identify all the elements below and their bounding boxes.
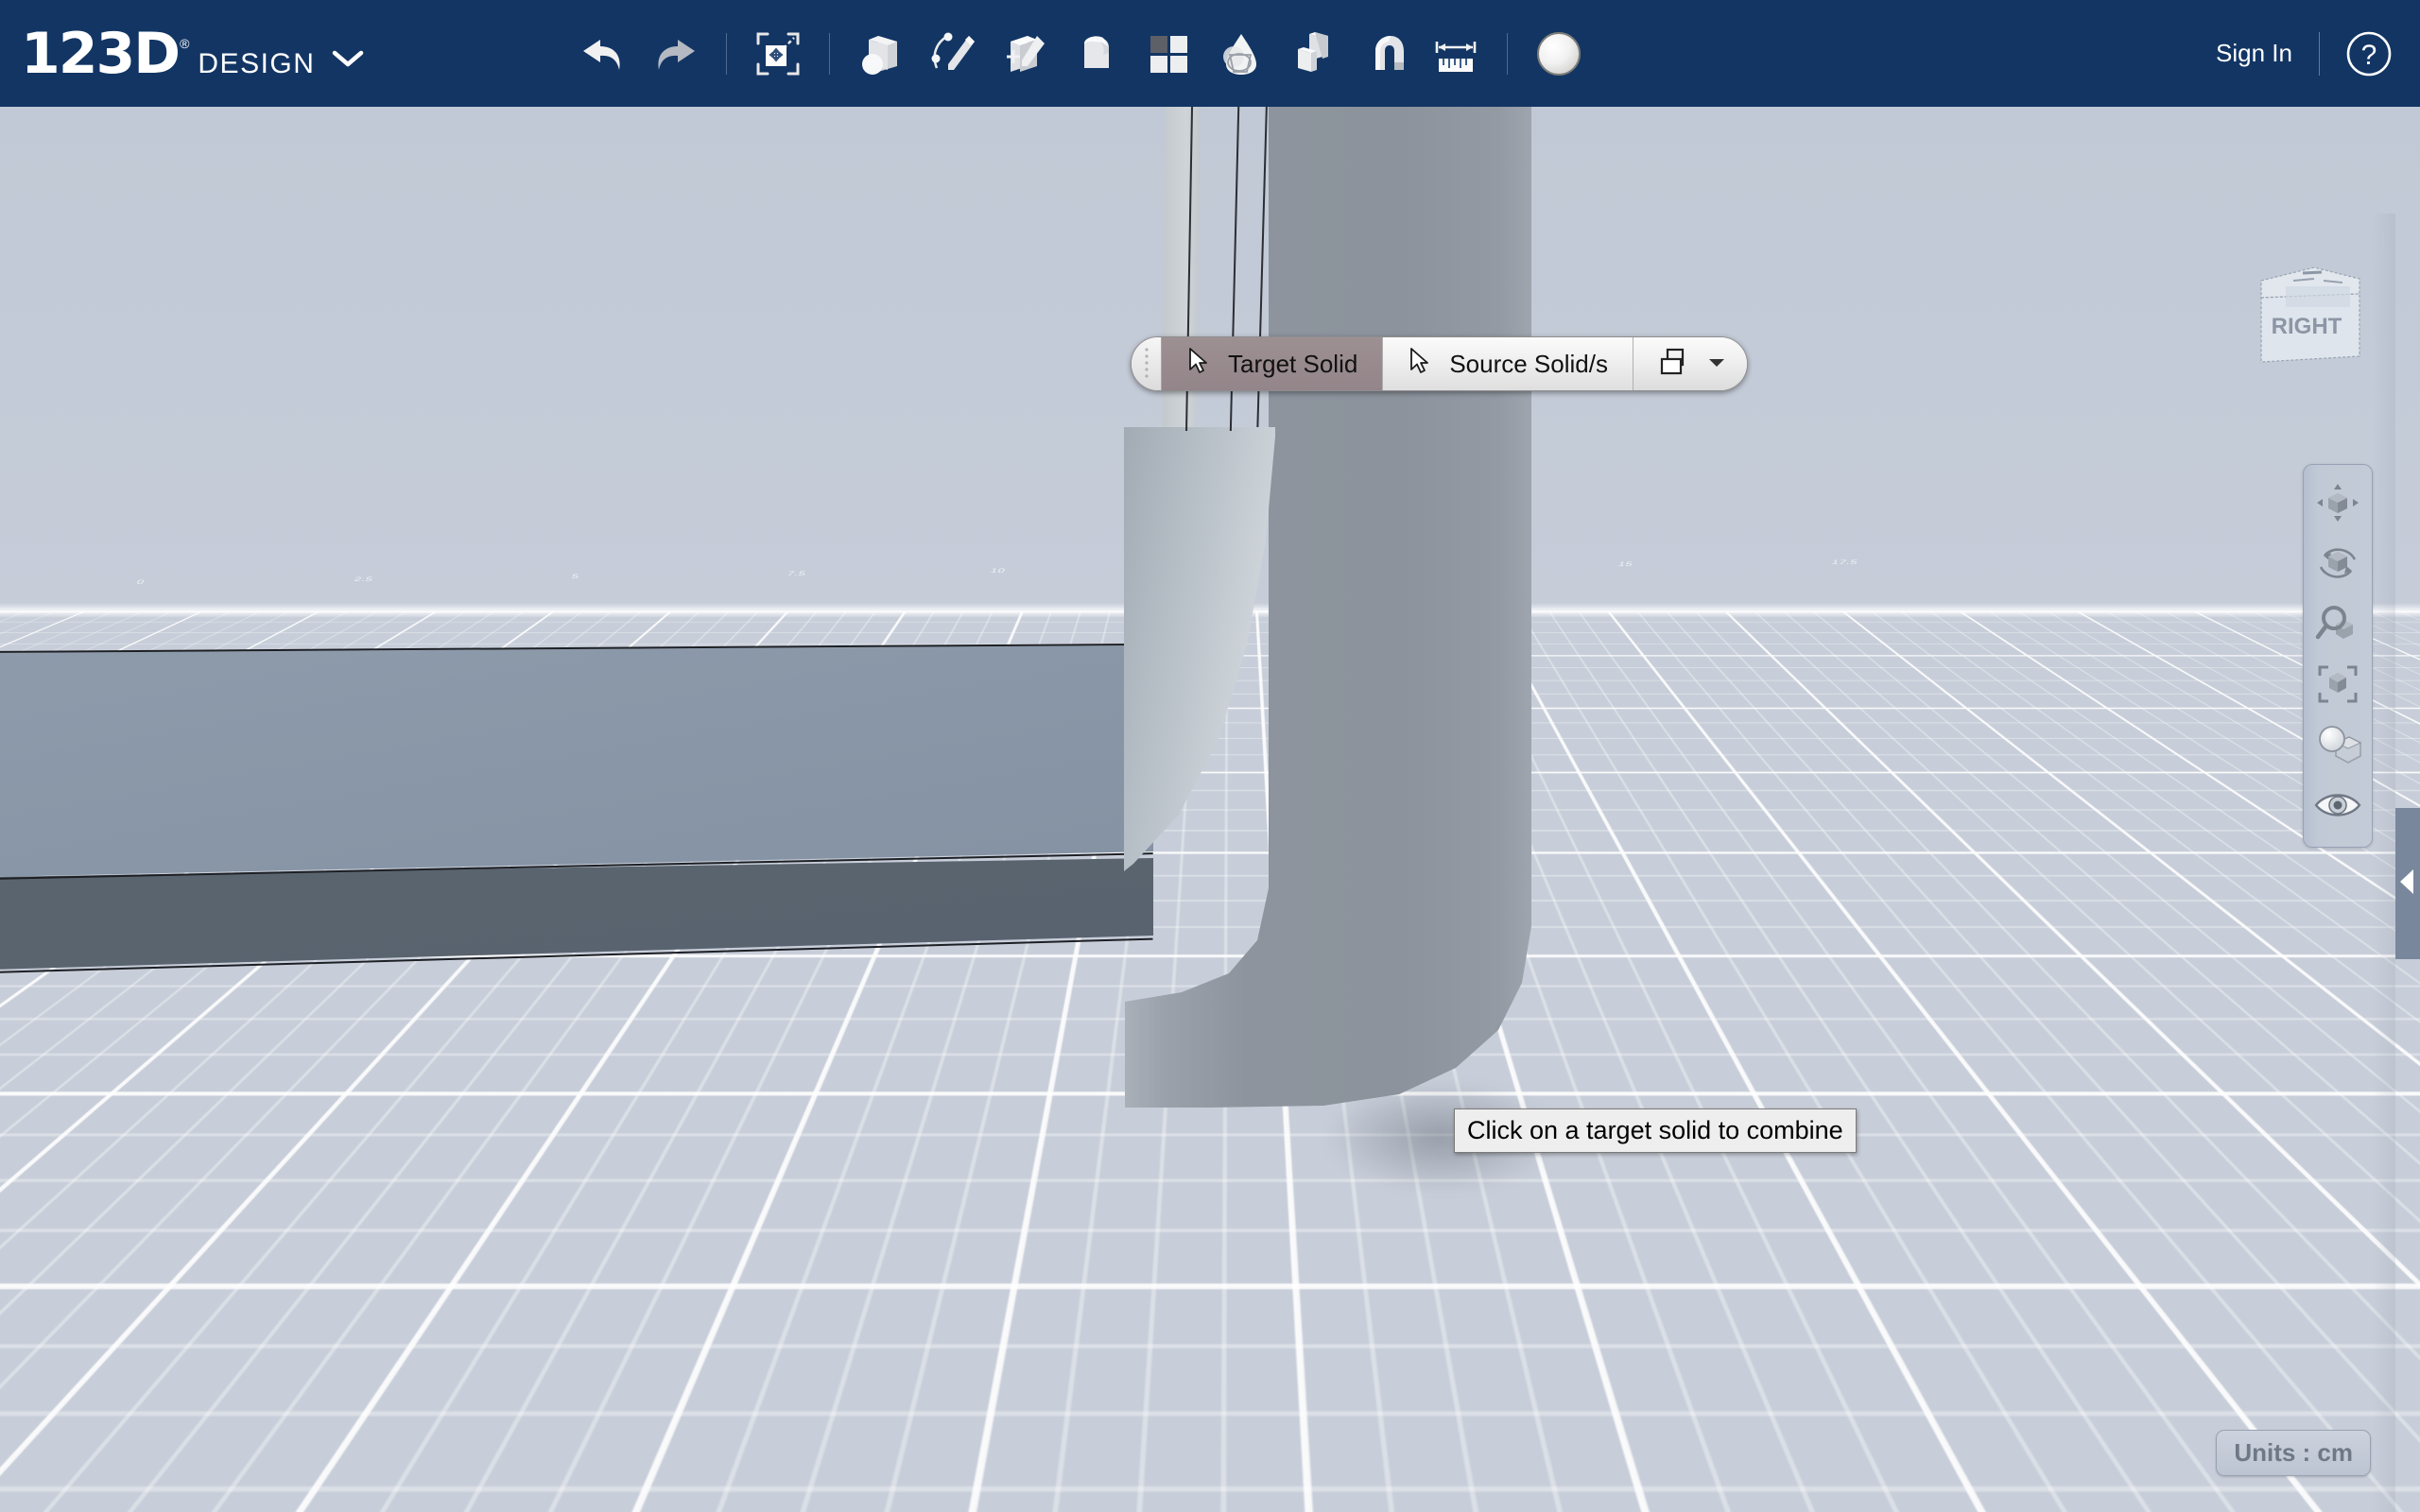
combine-context-toolbar[interactable]: Target Solid Source Solid/s [1131,336,1748,391]
fit-icon[interactable] [2309,654,2366,714]
ruler-tick: 2.5 [353,575,375,583]
units-badge[interactable]: Units : cm [2216,1430,2371,1476]
visibility-eye-icon[interactable] [2309,775,2366,835]
brand-subtitle: DESIGN [198,47,316,79]
grouping-icon[interactable] [1211,25,1270,83]
navigation-bar [2303,464,2373,848]
chevron-down-icon[interactable] [332,48,364,74]
beam-front-face[interactable] [0,645,1153,877]
boolean-combine-icon [1658,346,1688,383]
cursor-arrow-icon [1408,347,1432,382]
source-solids-label: Source Solid/s [1449,349,1608,378]
combine-icon[interactable] [1283,25,1341,83]
right-panel-expander[interactable] [2395,808,2420,959]
header-divider [2319,31,2320,76]
transform-icon[interactable] [749,25,807,83]
target-solid-label: Target Solid [1228,349,1358,378]
combine-options-button[interactable] [1633,337,1747,390]
ruler-tick: 17.5 [1830,558,1859,566]
cursor-arrow-icon [1186,347,1211,382]
construct-icon[interactable] [995,25,1054,83]
sketch-icon[interactable] [924,25,982,83]
ruler-tick: 10 [989,566,1008,575]
modify-icon[interactable] [1067,25,1126,83]
target-solid-button[interactable]: Target Solid [1162,337,1384,390]
ruler-tick: 0 [135,577,147,586]
snap-icon[interactable] [1355,25,1413,83]
primitives-icon[interactable] [852,25,910,83]
chevron-left-icon [2397,868,2418,901]
viewcube-face-label: RIGHT [2272,314,2342,339]
display-mode-icon[interactable] [2309,714,2366,775]
undo-icon[interactable] [574,25,632,83]
caret-down-icon[interactable] [1707,355,1726,373]
svg-text:?: ? [2361,40,2377,71]
brand-name: 123D [21,20,181,87]
brand-logo[interactable]: 123D ® DESIGN [0,26,364,82]
ruler-tick: 15 [1616,559,1635,568]
orbit-icon[interactable] [2309,533,2366,593]
solid-horizontal-beam[interactable] [0,643,1153,974]
toolbar-divider [726,32,727,75]
measure-icon[interactable] [1426,25,1485,83]
redo-icon[interactable] [646,25,704,83]
pattern-icon[interactable] [1139,25,1198,83]
source-solids-button[interactable]: Source Solid/s [1383,337,1634,390]
zoom-icon[interactable] [2309,593,2366,654]
header-right-group: Sign In ? [2195,0,2395,107]
pan-icon[interactable] [2309,472,2366,533]
sign-in-link[interactable]: Sign In [2195,39,2313,68]
beam-bottom-face[interactable] [0,858,1153,970]
status-tooltip: Click on a target solid to combine [1454,1108,1857,1153]
material-sphere-icon[interactable] [1530,25,1588,83]
3d-viewport[interactable]: 0 2.5 5 7.5 10 12.5 15 17.5 [0,107,2420,1512]
toolbar-divider [829,32,830,75]
view-cube[interactable]: RIGHT [2248,247,2371,369]
brand-registered-mark: ® [180,35,190,51]
app-header: 123D ® DESIGN Sign In ? [0,0,2420,107]
main-toolbar [567,0,1595,107]
help-icon[interactable]: ? [2342,27,2395,80]
toolbar-divider [1507,32,1508,75]
ruler-tick: 5 [570,572,581,580]
ruler-tick: 7.5 [786,569,808,577]
